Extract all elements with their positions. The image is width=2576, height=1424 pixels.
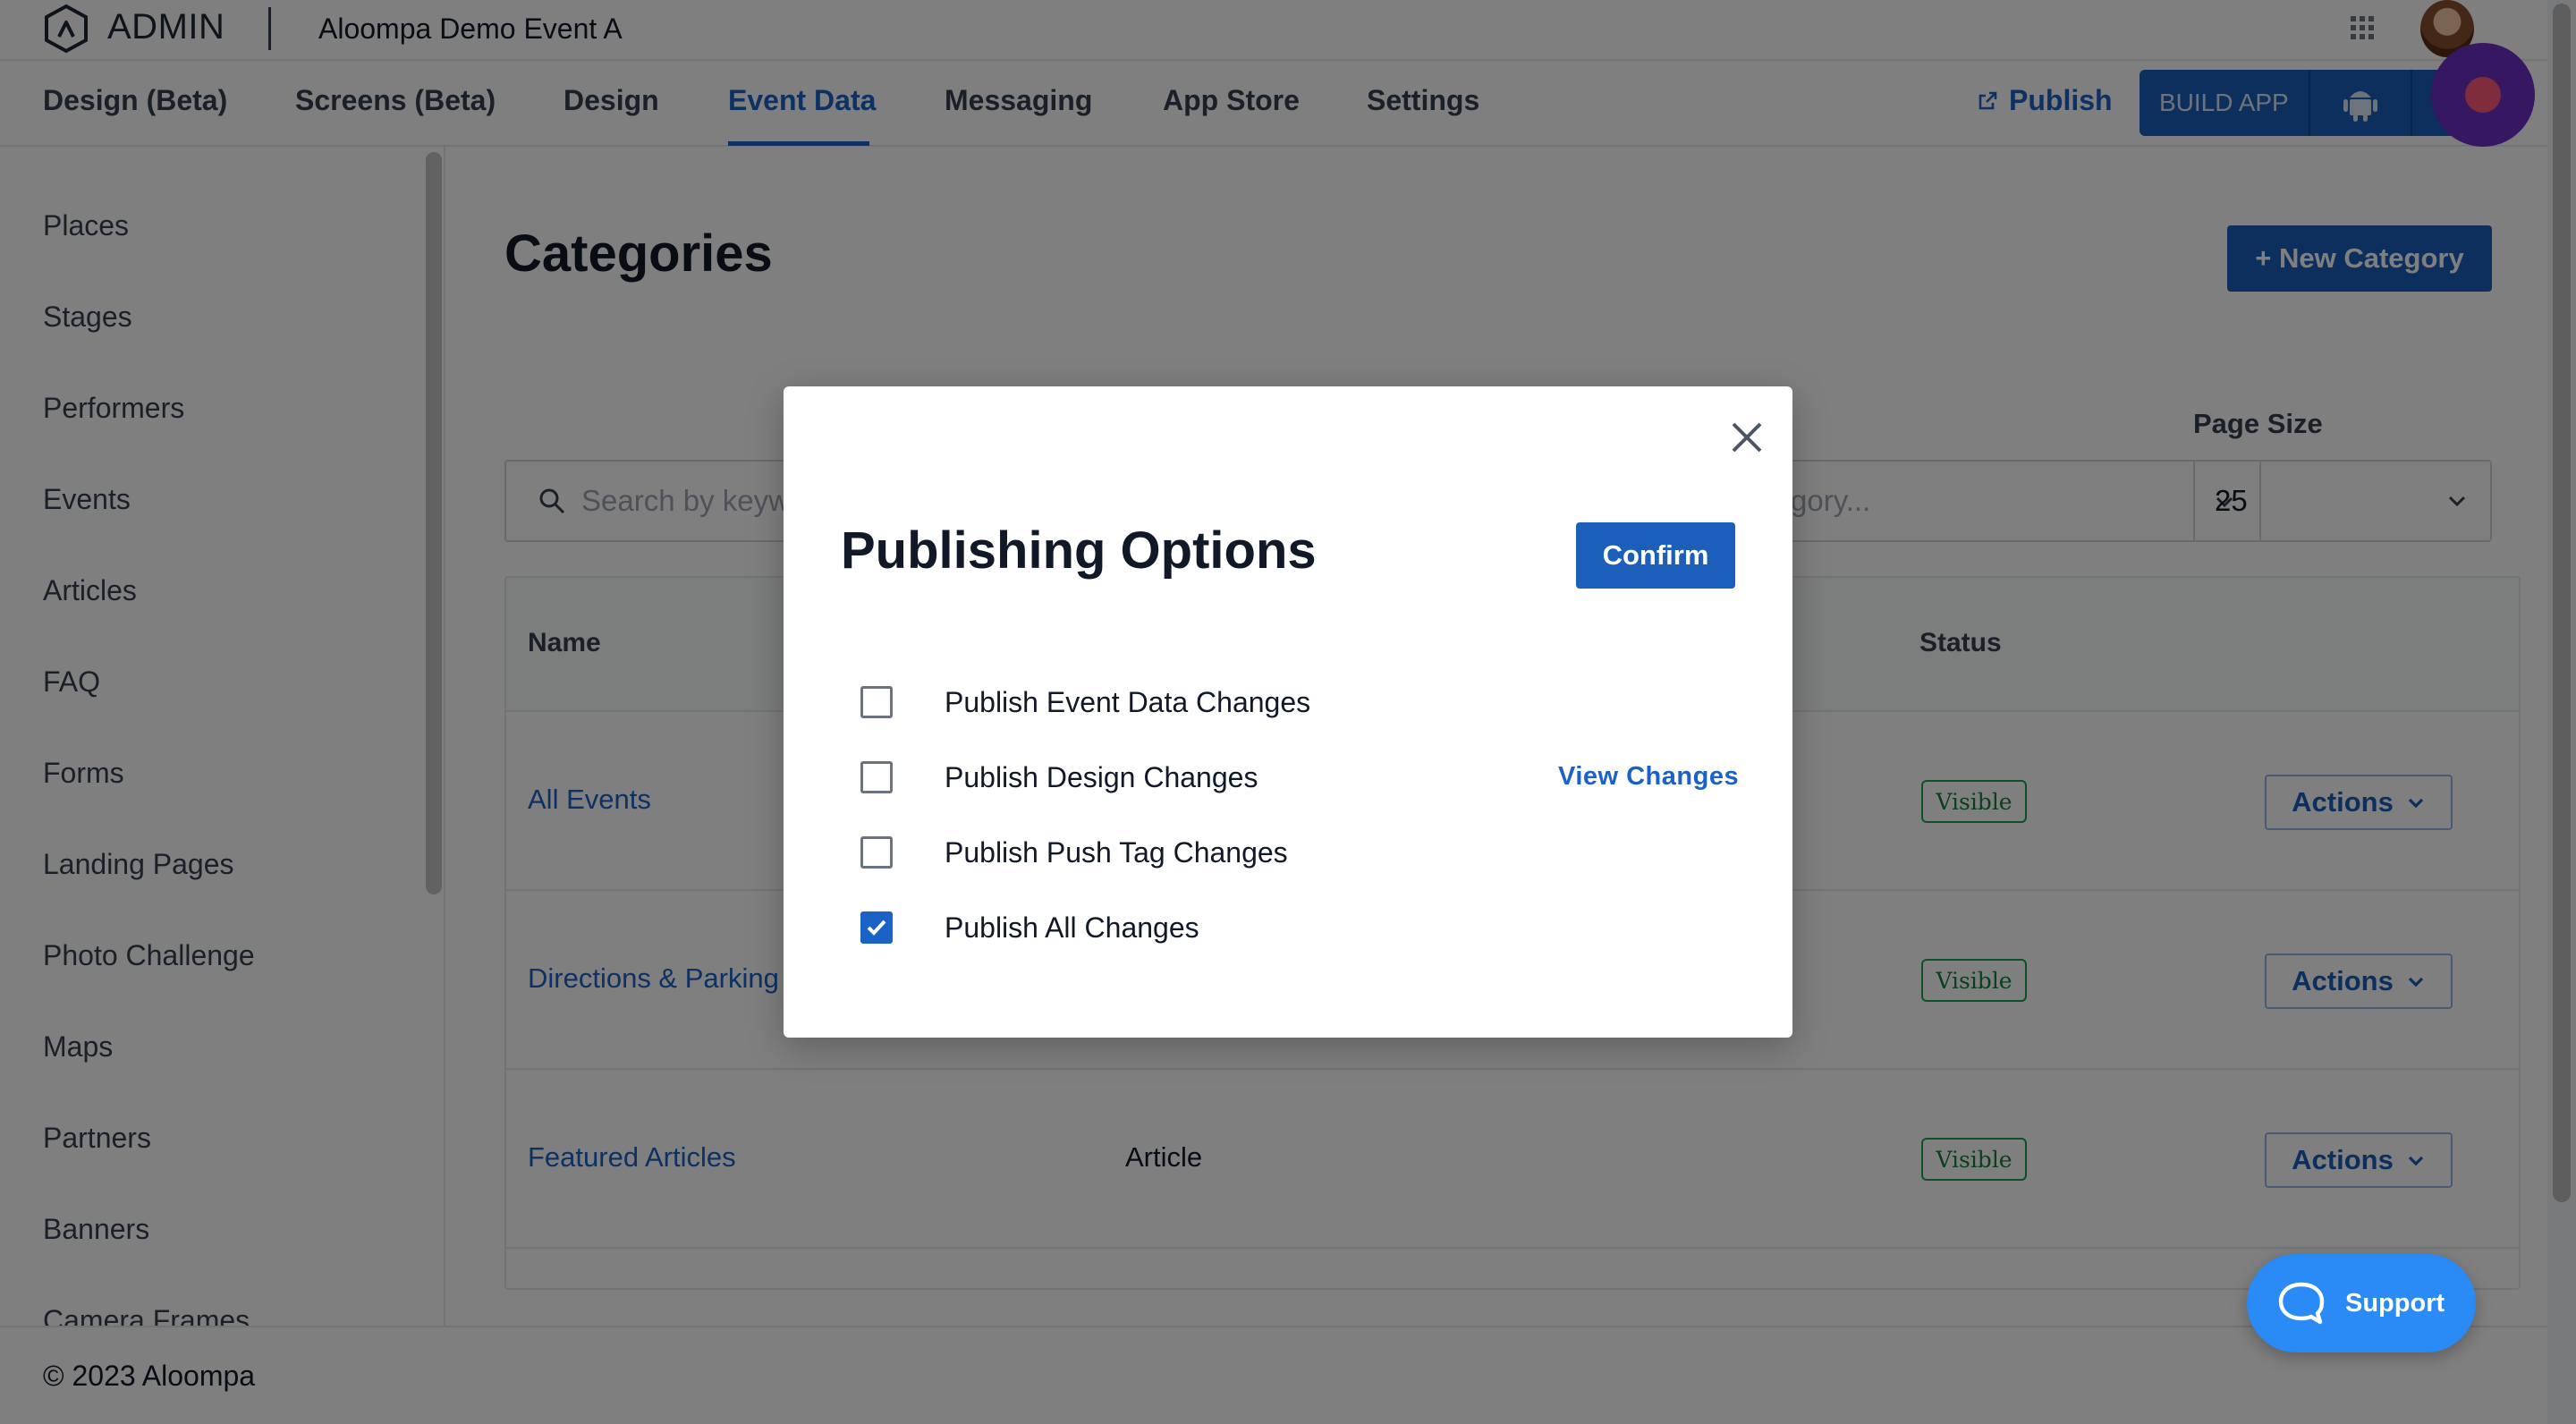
support-label: Support [2345,1288,2445,1318]
option-publish-push-tag: Publish Push Tag Changes [860,832,1737,873]
option-publish-all: Publish All Changes [860,907,1737,948]
option-label: Publish Push Tag Changes [945,835,1288,869]
publish-all-checkbox[interactable] [860,911,893,944]
option-label: Publish Event Data Changes [945,685,1311,718]
option-publish-event-data: Publish Event Data Changes [860,682,1737,723]
chat-bubble-icon [2278,1282,2325,1325]
confirm-button[interactable]: Confirm [1576,522,1735,589]
option-label: Publish Design Changes [945,760,1258,793]
publish-push-tag-checkbox[interactable] [860,836,893,869]
option-label: Publish All Changes [945,911,1199,944]
publish-design-checkbox[interactable] [860,761,893,793]
checkmark-icon [867,920,886,936]
modal-title: Publishing Options [841,521,1317,580]
publish-event-data-checkbox[interactable] [860,686,893,718]
support-button[interactable]: Support [2247,1254,2476,1352]
view-changes-link[interactable]: View Changes [1558,762,1739,792]
publishing-options-modal: Publishing Options Confirm Publish Event… [784,386,1792,1038]
app-root: ADMIN Aloompa Demo Event A Design (Beta)… [0,0,2576,1424]
close-icon[interactable] [1726,417,1767,458]
